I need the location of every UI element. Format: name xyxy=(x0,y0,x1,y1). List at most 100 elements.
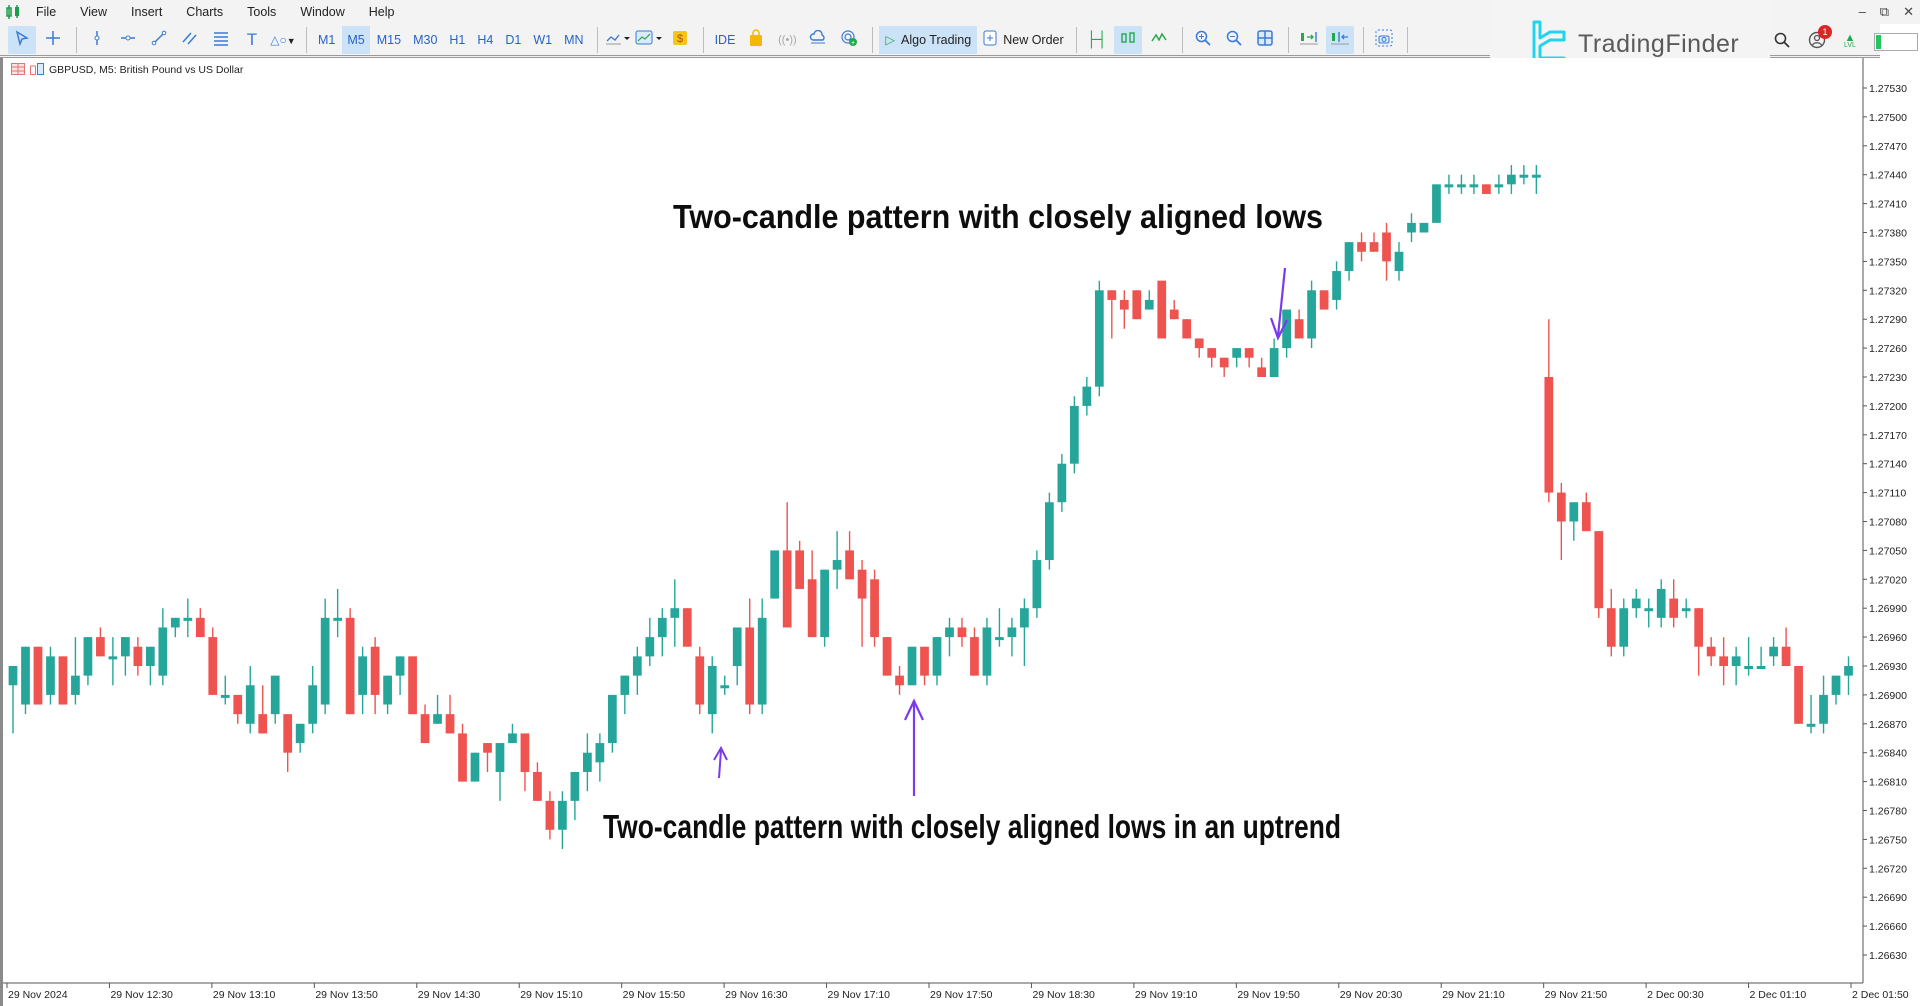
candle-body xyxy=(545,800,555,830)
price-tick-label: 1.27470 xyxy=(1869,141,1907,153)
timeframe-d1[interactable]: D1 xyxy=(500,26,526,54)
price-tick-label: 1.27440 xyxy=(1869,170,1907,182)
candle-body xyxy=(1594,531,1604,609)
candle-body xyxy=(870,579,879,638)
price-chart[interactable]: 1.27530 1.27500 1.27470 1.27440 1.27410 1.273… xyxy=(3,58,1920,1006)
toolbar-separator xyxy=(596,26,598,53)
ide-button[interactable]: IDE xyxy=(710,26,741,54)
candle-body xyxy=(358,656,367,695)
cursor-tool-button[interactable] xyxy=(8,25,36,54)
line-chart-button[interactable] xyxy=(1145,26,1173,54)
candle-body xyxy=(1706,646,1716,657)
candle-body xyxy=(1319,290,1329,310)
community-button[interactable]: + xyxy=(835,26,863,54)
candle-body xyxy=(1020,608,1029,628)
timeframe-h4[interactable]: H4 xyxy=(472,26,498,54)
candle-body xyxy=(657,617,667,638)
menu-view[interactable]: View xyxy=(68,0,119,24)
candle-bullish xyxy=(1569,502,1579,541)
shapes-button[interactable]: △○▼ xyxy=(269,26,297,54)
candle-body xyxy=(1045,502,1054,561)
zoom-in-icon xyxy=(1195,30,1211,50)
restore-button[interactable]: ⧉ xyxy=(1880,4,1889,20)
autoscroll-button[interactable] xyxy=(1325,25,1354,54)
candle-body xyxy=(770,550,780,599)
cursor-icon xyxy=(14,29,30,50)
menu-charts[interactable]: Charts xyxy=(174,0,235,24)
candle-body xyxy=(1507,174,1516,185)
candlestick-chart-button[interactable] xyxy=(1113,25,1142,54)
algo-trading-button[interactable]: ▷ Algo Trading xyxy=(879,25,978,54)
candle-bullish xyxy=(707,656,717,734)
candle-bullish xyxy=(982,617,992,686)
signals-button[interactable]: $ xyxy=(666,26,694,54)
timeframe-m1[interactable]: M1 xyxy=(313,26,340,54)
minimize-button[interactable]: – xyxy=(1859,4,1866,20)
text-tool-button[interactable]: T xyxy=(238,26,266,54)
close-button[interactable]: ✕ xyxy=(1903,4,1914,20)
candle-body xyxy=(1257,367,1267,377)
timeframe-h1[interactable]: H1 xyxy=(444,26,470,54)
candle-bullish xyxy=(245,666,255,734)
candle-bullish xyxy=(1831,675,1841,705)
time-tick-label: 29 Nov 21:10 xyxy=(1442,989,1505,1001)
candle-body xyxy=(1069,405,1079,464)
market-button[interactable] xyxy=(742,26,770,54)
menu-tools[interactable]: Tools xyxy=(235,0,288,24)
price-axis: 1.27530 1.27500 1.27470 1.27440 1.27410 1.273… xyxy=(1863,83,1907,962)
candle-bearish xyxy=(1556,482,1566,561)
candle-bullish xyxy=(1232,348,1242,368)
menu-window[interactable]: Window xyxy=(288,0,356,24)
tile-windows-button[interactable] xyxy=(1251,26,1279,54)
time-tick-label: 2 Dec 01:50 xyxy=(1852,989,1909,1001)
toolbar-separator xyxy=(1362,26,1364,53)
time-tick-label: 29 Nov 20:30 xyxy=(1340,989,1403,1001)
timeframe-m5[interactable]: M5 xyxy=(342,25,370,54)
candle-bullish xyxy=(320,598,330,715)
candle-body xyxy=(1382,232,1391,262)
candle-body xyxy=(857,569,867,599)
timeframe-w1[interactable]: W1 xyxy=(528,26,557,54)
trendline-button[interactable] xyxy=(145,26,173,54)
chart-shift-button[interactable] xyxy=(1295,26,1323,54)
algo-trading-label: Algo Trading xyxy=(901,32,972,47)
candle-bearish xyxy=(208,627,218,695)
candle-body xyxy=(233,694,243,715)
toolbar-separator xyxy=(1075,26,1077,53)
timeframe-m30[interactable]: M30 xyxy=(408,26,442,54)
search-button[interactable] xyxy=(1774,32,1790,53)
timeframe-mn[interactable]: MN xyxy=(559,26,588,54)
chart-type-button[interactable] xyxy=(604,26,632,54)
candle-bearish xyxy=(795,540,805,589)
candle-body xyxy=(732,627,742,666)
price-tick-label: 1.27230 xyxy=(1869,372,1907,384)
candle-bullish xyxy=(1507,165,1516,194)
signal-broadcast-button[interactable]: ((•)) xyxy=(773,26,801,54)
candle-bullish xyxy=(1394,242,1404,281)
vertical-line-button[interactable] xyxy=(83,26,111,54)
menu-help[interactable]: Help xyxy=(357,0,407,24)
fibonacci-button[interactable] xyxy=(207,26,235,54)
crosshair-tool-button[interactable] xyxy=(39,26,67,54)
new-order-button[interactable]: New Order xyxy=(977,26,1069,54)
candle-bullish xyxy=(1469,174,1479,194)
zoom-out-button[interactable] xyxy=(1220,26,1248,54)
timeframe-m15[interactable]: M15 xyxy=(372,26,406,54)
candle-body xyxy=(283,714,293,753)
indicators-button[interactable] xyxy=(635,26,663,54)
candle-bullish xyxy=(383,675,392,715)
bar-chart-icon: ├┤ xyxy=(1086,31,1108,48)
channel-button[interactable] xyxy=(176,26,204,54)
vps-button[interactable] xyxy=(804,26,832,54)
candle-body xyxy=(1719,656,1729,666)
menu-file[interactable]: File xyxy=(24,0,68,24)
screenshot-button[interactable] xyxy=(1370,26,1398,54)
horizontal-line-button[interactable] xyxy=(114,26,142,54)
candle-body xyxy=(720,685,730,689)
menu-insert[interactable]: Insert xyxy=(119,0,174,24)
zoom-in-button[interactable] xyxy=(1189,26,1217,54)
account-button[interactable]: 1 xyxy=(1808,24,1832,54)
bar-chart-button[interactable]: ├┤ xyxy=(1083,26,1111,54)
chart-window[interactable]: GBPUSD, M5: British Pound vs US Dollar 1… xyxy=(0,58,1920,1006)
candle-bullish xyxy=(1681,598,1691,618)
